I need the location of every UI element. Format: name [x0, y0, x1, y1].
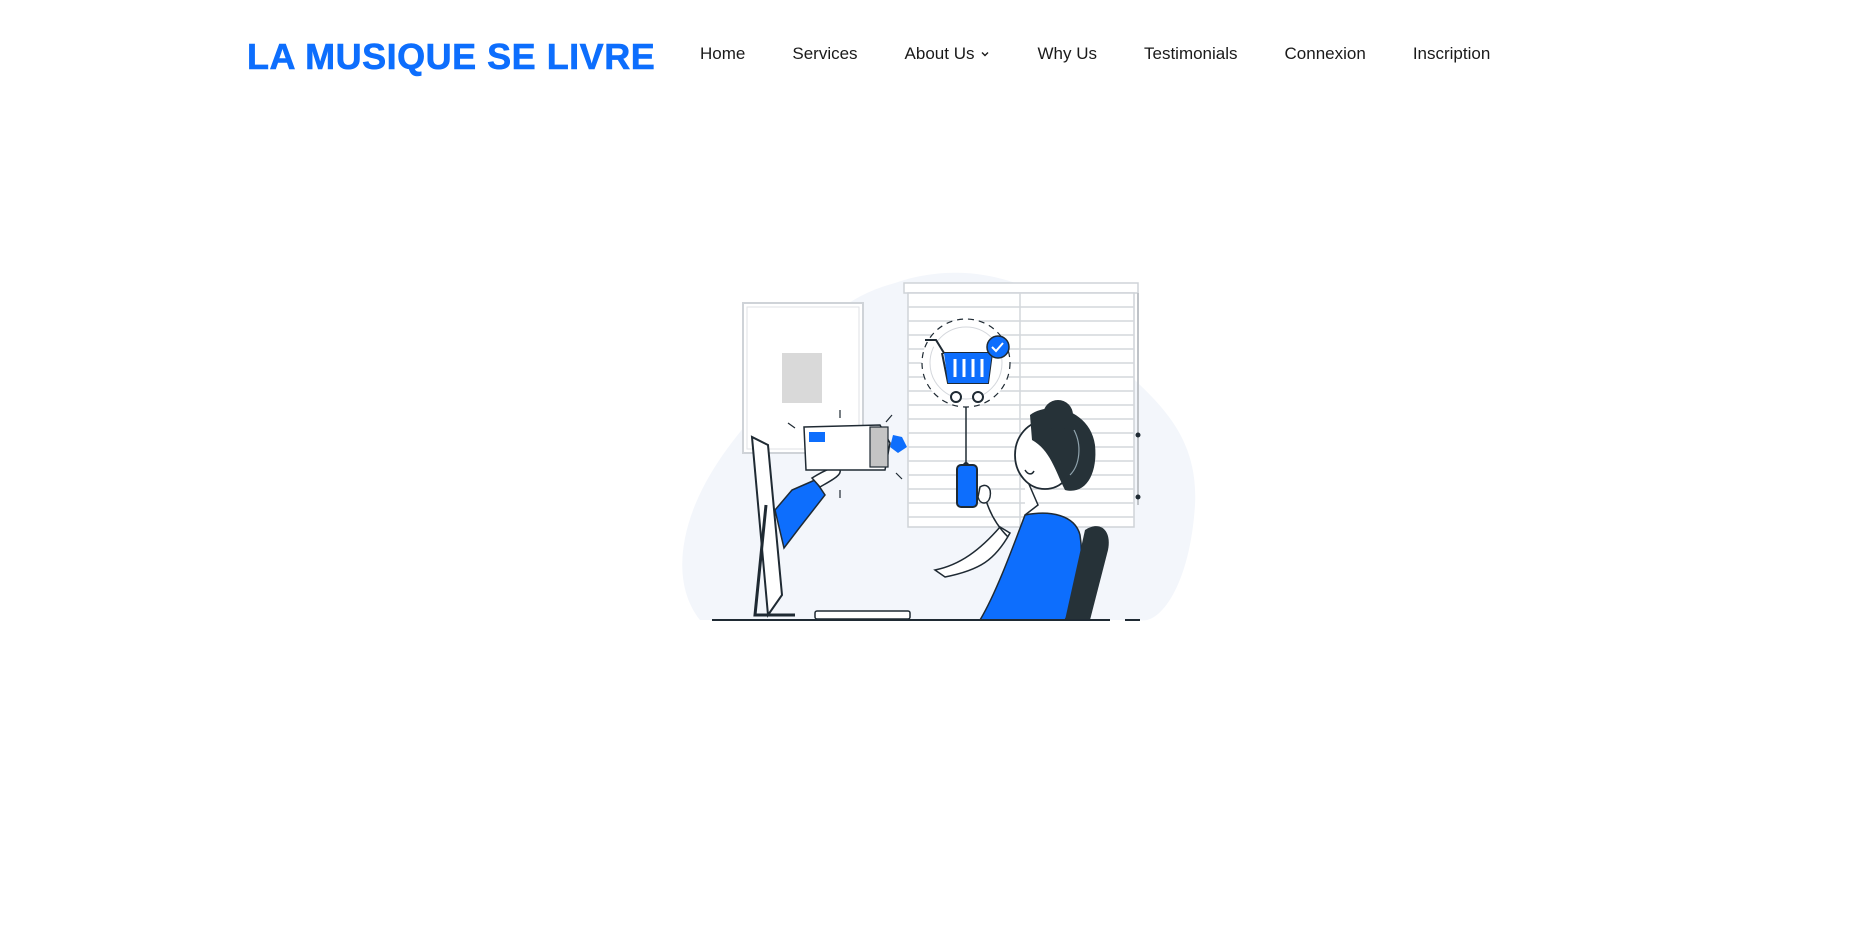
nav-testimonials-link[interactable]: Testimonials: [1144, 44, 1238, 64]
nav-services-link[interactable]: Services: [792, 44, 857, 64]
site-logo[interactable]: LA MUSIQUE SE LIVRE: [247, 36, 655, 78]
nav-home-link[interactable]: Home: [700, 44, 745, 64]
page: LA MUSIQUE SE LIVRE Home Services About …: [0, 0, 1876, 934]
nav-about-us-dropdown[interactable]: About Us: [905, 44, 991, 64]
nav-about-us-label: About Us: [904, 44, 975, 63]
site-header: LA MUSIQUE SE LIVRE Home Services About …: [0, 0, 1876, 110]
nav-connexion-link[interactable]: Connexion: [1285, 44, 1366, 64]
online-shopping-illustration: [682, 272, 1196, 621]
hero-illustration: [680, 265, 1210, 630]
nav-why-us-link[interactable]: Why Us: [1037, 44, 1097, 64]
chevron-down-icon: [981, 52, 989, 57]
nav-inscription-link[interactable]: Inscription: [1413, 44, 1490, 64]
main-nav: Home Services About Us Why Us Testimonia…: [700, 44, 1490, 64]
